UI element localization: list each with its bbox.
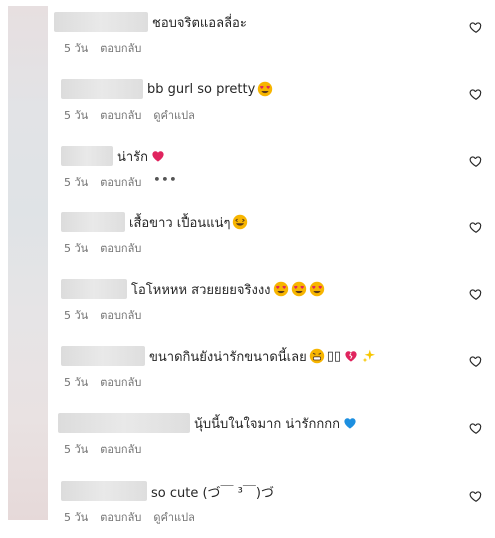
broken-heart-emoji-icon [345, 351, 357, 362]
comment-meta: 5 วัน ตอบกลับ ดูคำแปล [64, 106, 195, 124]
emoji-placeholder-box-icon: ▯▯ [326, 348, 342, 364]
comment-text: ขนาดกินยังน่ารักขนาดนี้เลย [149, 349, 307, 365]
username-blurred[interactable] [58, 413, 190, 433]
see-translation-button[interactable]: ดูคำแปล [153, 106, 195, 124]
comment-time: 5 วัน [64, 511, 89, 524]
reply-button[interactable]: ตอบกลับ [100, 440, 141, 458]
heart-outline-icon[interactable] [469, 421, 483, 435]
heart-outline-icon[interactable] [469, 20, 483, 34]
comment-meta: 5 วัน ตอบกลับ [64, 39, 141, 57]
heart-eyes-emoji-icon [309, 281, 324, 297]
comment-meta: 5 วัน ตอบกลับ [64, 373, 141, 391]
comment-meta: 5 วัน ตอบกลับ ••• [64, 173, 177, 191]
comment-item: bb gurl so pretty 5 วัน ตอบกลับ ดูคำแปล [0, 73, 495, 131]
comment-text: โอโหหหห สวยยยยจริงงง [131, 282, 271, 298]
comment-item: นุ้บนี้บในใจมาก น่ารักกกก 5 วัน ตอบกลับ [0, 407, 495, 465]
heart-outline-icon[interactable] [469, 287, 483, 301]
comment-time: 5 วัน [64, 176, 89, 189]
heart-eyes-emoji-icon [273, 281, 288, 297]
comment-text: ชอบจริตแอลลี่อะ [152, 15, 247, 31]
red-heart-emoji-icon [152, 151, 164, 162]
comment-time: 5 วัน [64, 376, 89, 389]
heart-eyes-emoji-icon [291, 281, 306, 297]
comment-item: โอโหหหห สวยยยยจริงงง 5 วัน ตอบกลับ [0, 273, 495, 331]
comment-item: ชอบจริตแอลลี่อะ 5 วัน ตอบกลับ [0, 6, 495, 64]
username-blurred[interactable] [61, 146, 113, 166]
grimacing-emoji-icon [309, 348, 324, 364]
comment-time: 5 วัน [64, 109, 89, 122]
reply-button[interactable]: ตอบกลับ [100, 39, 141, 57]
heart-outline-icon[interactable] [469, 220, 483, 234]
username-blurred[interactable] [61, 79, 143, 99]
comment-text: เสื้อขาว เปื้อนแน่ๆ [129, 215, 231, 231]
comment-item: เสื้อขาว เปื้อนแน่ๆ 5 วัน ตอบกลับ [0, 206, 495, 264]
comment-text: น่ารัก [117, 149, 149, 165]
comment-text: bb gurl so pretty [147, 81, 256, 97]
comment-item: น่ารัก 5 วัน ตอบกลับ ••• [0, 140, 495, 198]
username-blurred[interactable] [54, 12, 148, 32]
sparkles-emoji-icon [362, 349, 376, 363]
comment-meta: 5 วัน ตอบกลับ [64, 306, 141, 324]
reply-button[interactable]: ตอบกลับ [100, 239, 141, 257]
laughing-emoji-icon [233, 214, 248, 230]
reply-button[interactable]: ตอบกลับ [100, 508, 141, 526]
comments-panel: ชอบจริตแอลลี่อะ 5 วัน ตอบกลับ bb gurl so… [0, 0, 495, 538]
comment-item: so cute (づ￣ ³￣)づ 5 วัน ตอบกลับ ดูคำแปล [0, 475, 495, 533]
username-blurred[interactable] [61, 346, 145, 366]
comment-meta: 5 วัน ตอบกลับ [64, 239, 141, 257]
comment-meta: 5 วัน ตอบกลับ ดูคำแปล [64, 508, 195, 526]
comment-time: 5 วัน [64, 242, 89, 255]
heart-outline-icon[interactable] [469, 154, 483, 168]
username-blurred[interactable] [61, 481, 147, 501]
blue-heart-emoji-icon [344, 418, 356, 429]
comment-text: นุ้บนี้บในใจมาก น่ารักกกก [194, 416, 341, 432]
heart-outline-icon[interactable] [469, 489, 483, 503]
heart-outline-icon[interactable] [469, 354, 483, 368]
reply-button[interactable]: ตอบกลับ [100, 106, 141, 124]
comment-time: 5 วัน [64, 443, 89, 456]
username-blurred[interactable] [61, 212, 125, 232]
username-blurred[interactable] [61, 279, 127, 299]
heart-outline-icon[interactable] [469, 87, 483, 101]
reply-button[interactable]: ตอบกลับ [100, 173, 141, 191]
reply-button[interactable]: ตอบกลับ [100, 306, 141, 324]
comment-meta: 5 วัน ตอบกลับ [64, 440, 141, 458]
comment-time: 5 วัน [64, 309, 89, 322]
comment-time: 5 วัน [64, 42, 89, 55]
comment-item: ขนาดกินยังน่ารักขนาดนี้เลย ▯▯ 5 วัน ตอบก… [0, 340, 495, 398]
heart-eyes-emoji-icon [258, 81, 273, 97]
comment-text: so cute (づ￣ ³￣)づ [151, 485, 274, 501]
more-options-button[interactable]: ••• [153, 173, 177, 191]
see-translation-button[interactable]: ดูคำแปล [153, 508, 195, 526]
reply-button[interactable]: ตอบกลับ [100, 373, 141, 391]
